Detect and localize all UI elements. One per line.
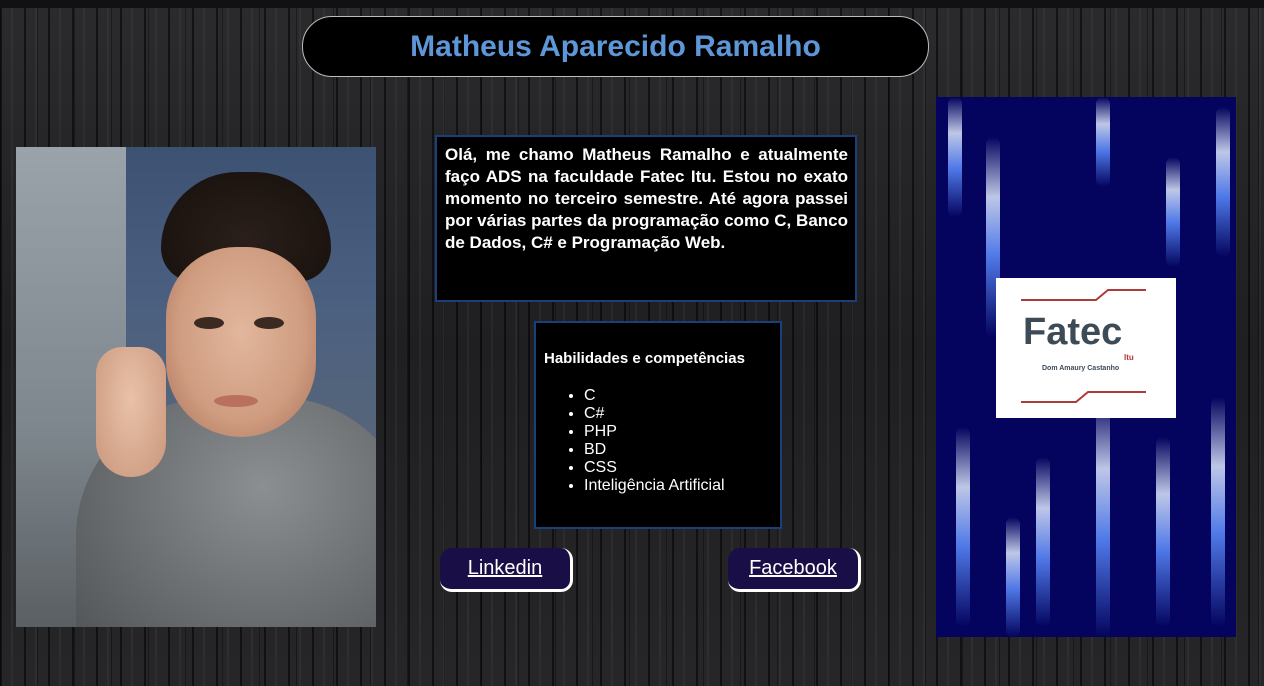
light-streak	[1096, 97, 1110, 187]
profile-photo	[16, 147, 376, 627]
light-streak	[1211, 397, 1225, 627]
logo-subtitle: Dom Amaury Castanho	[1042, 365, 1120, 372]
light-streak	[1166, 157, 1180, 267]
linkedin-button[interactable]: Linkedin	[440, 548, 573, 592]
photo-thumbs-up	[96, 347, 166, 477]
skill-item: BD	[584, 441, 772, 459]
light-streak	[956, 427, 970, 627]
skill-item: Inteligência Artificial	[584, 477, 772, 495]
skill-item: CSS	[584, 459, 772, 477]
skill-item: PHP	[584, 423, 772, 441]
photo-face	[166, 247, 316, 437]
intro-text: Olá, me chamo Matheus Ramalho e atualmen…	[445, 145, 848, 252]
photo-mouth	[214, 395, 258, 407]
page-header: Matheus Aparecido Ramalho	[302, 16, 929, 77]
intro-box: Olá, me chamo Matheus Ramalho e atualmen…	[435, 135, 857, 302]
light-streak	[1096, 397, 1110, 637]
light-streak	[948, 97, 962, 217]
photo-eye-left	[194, 317, 224, 329]
light-streak	[1006, 517, 1020, 637]
skills-title: Habilidades e competências	[544, 350, 745, 367]
facebook-button[interactable]: Facebook	[728, 548, 861, 592]
page-title: Matheus Aparecido Ramalho	[410, 29, 821, 63]
logo-name: Fatec	[1023, 311, 1123, 353]
logo-city: Itu	[1124, 353, 1134, 362]
skill-item: C	[584, 387, 772, 405]
photo-eye-right	[254, 317, 284, 329]
skill-item: C#	[584, 405, 772, 423]
fatec-logo: Fatec Itu Dom Amaury Castanho	[996, 278, 1176, 418]
top-strip	[0, 0, 1264, 8]
skills-list: C C# PHP BD CSS Inteligência Artificial	[544, 387, 772, 495]
skills-box: Habilidades e competências C C# PHP BD C…	[534, 321, 782, 529]
light-streak	[1036, 457, 1050, 627]
light-streak	[1216, 107, 1230, 257]
light-streak	[1156, 437, 1170, 627]
